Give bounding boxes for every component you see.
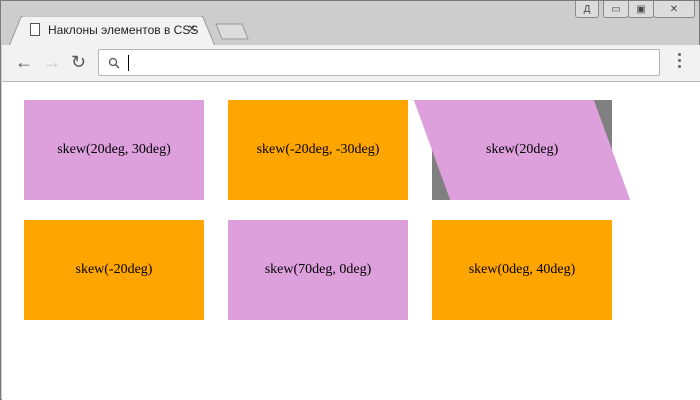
box-label: skew(20deg, 30deg) <box>57 142 171 157</box>
toolbar: ← → ↻ <box>2 45 700 82</box>
box-label: skew(0deg, 40deg) <box>468 262 576 277</box>
menu-icon[interactable] <box>678 53 682 71</box>
reload-icon[interactable]: ↻ <box>71 53 86 71</box>
profile-button[interactable]: Д <box>575 1 599 18</box>
skew-box-2: skew(-20deg, -30deg) <box>228 100 408 200</box>
page-content: skew(20deg, 30deg) skew(-20deg, -30deg) … <box>2 82 700 400</box>
minimize-button[interactable]: ▭ <box>603 1 629 18</box>
address-bar[interactable] <box>98 49 660 76</box>
maximize-button[interactable]: ▣ <box>628 1 654 18</box>
skew-box-5: skew(70deg, 0deg) <box>228 220 408 320</box>
page-icon <box>30 23 40 36</box>
profile-label: Д <box>583 3 591 15</box>
skew-box-3: skew(20deg) <box>413 100 631 200</box>
search-icon <box>108 57 120 69</box>
tab-title: Наклоны элементов в CSS <box>48 23 199 37</box>
close-window-button[interactable]: ✕ <box>653 1 695 18</box>
browser-window: Наклоны элементов в CSS × Д ▭ ▣ ✕ ← → ↻ … <box>0 0 700 400</box>
text-cursor <box>128 55 129 71</box>
box-label: skew(20deg) <box>485 142 559 157</box>
box-label: skew(70deg, 0deg) <box>264 262 372 277</box>
box-label: skew(-20deg, -30deg) <box>256 142 380 157</box>
skew-box-4: skew(-20deg) <box>24 220 204 320</box>
box-label: skew(-20deg) <box>75 262 153 277</box>
skew-box-1: skew(20deg, 30deg) <box>24 100 204 200</box>
forward-icon[interactable]: → <box>43 53 61 71</box>
back-icon[interactable]: ← <box>15 53 33 71</box>
tab-close-icon[interactable]: × <box>188 20 196 36</box>
skew-box-6: skew(0deg, 40deg) <box>432 220 612 320</box>
new-tab-button[interactable] <box>215 23 249 40</box>
